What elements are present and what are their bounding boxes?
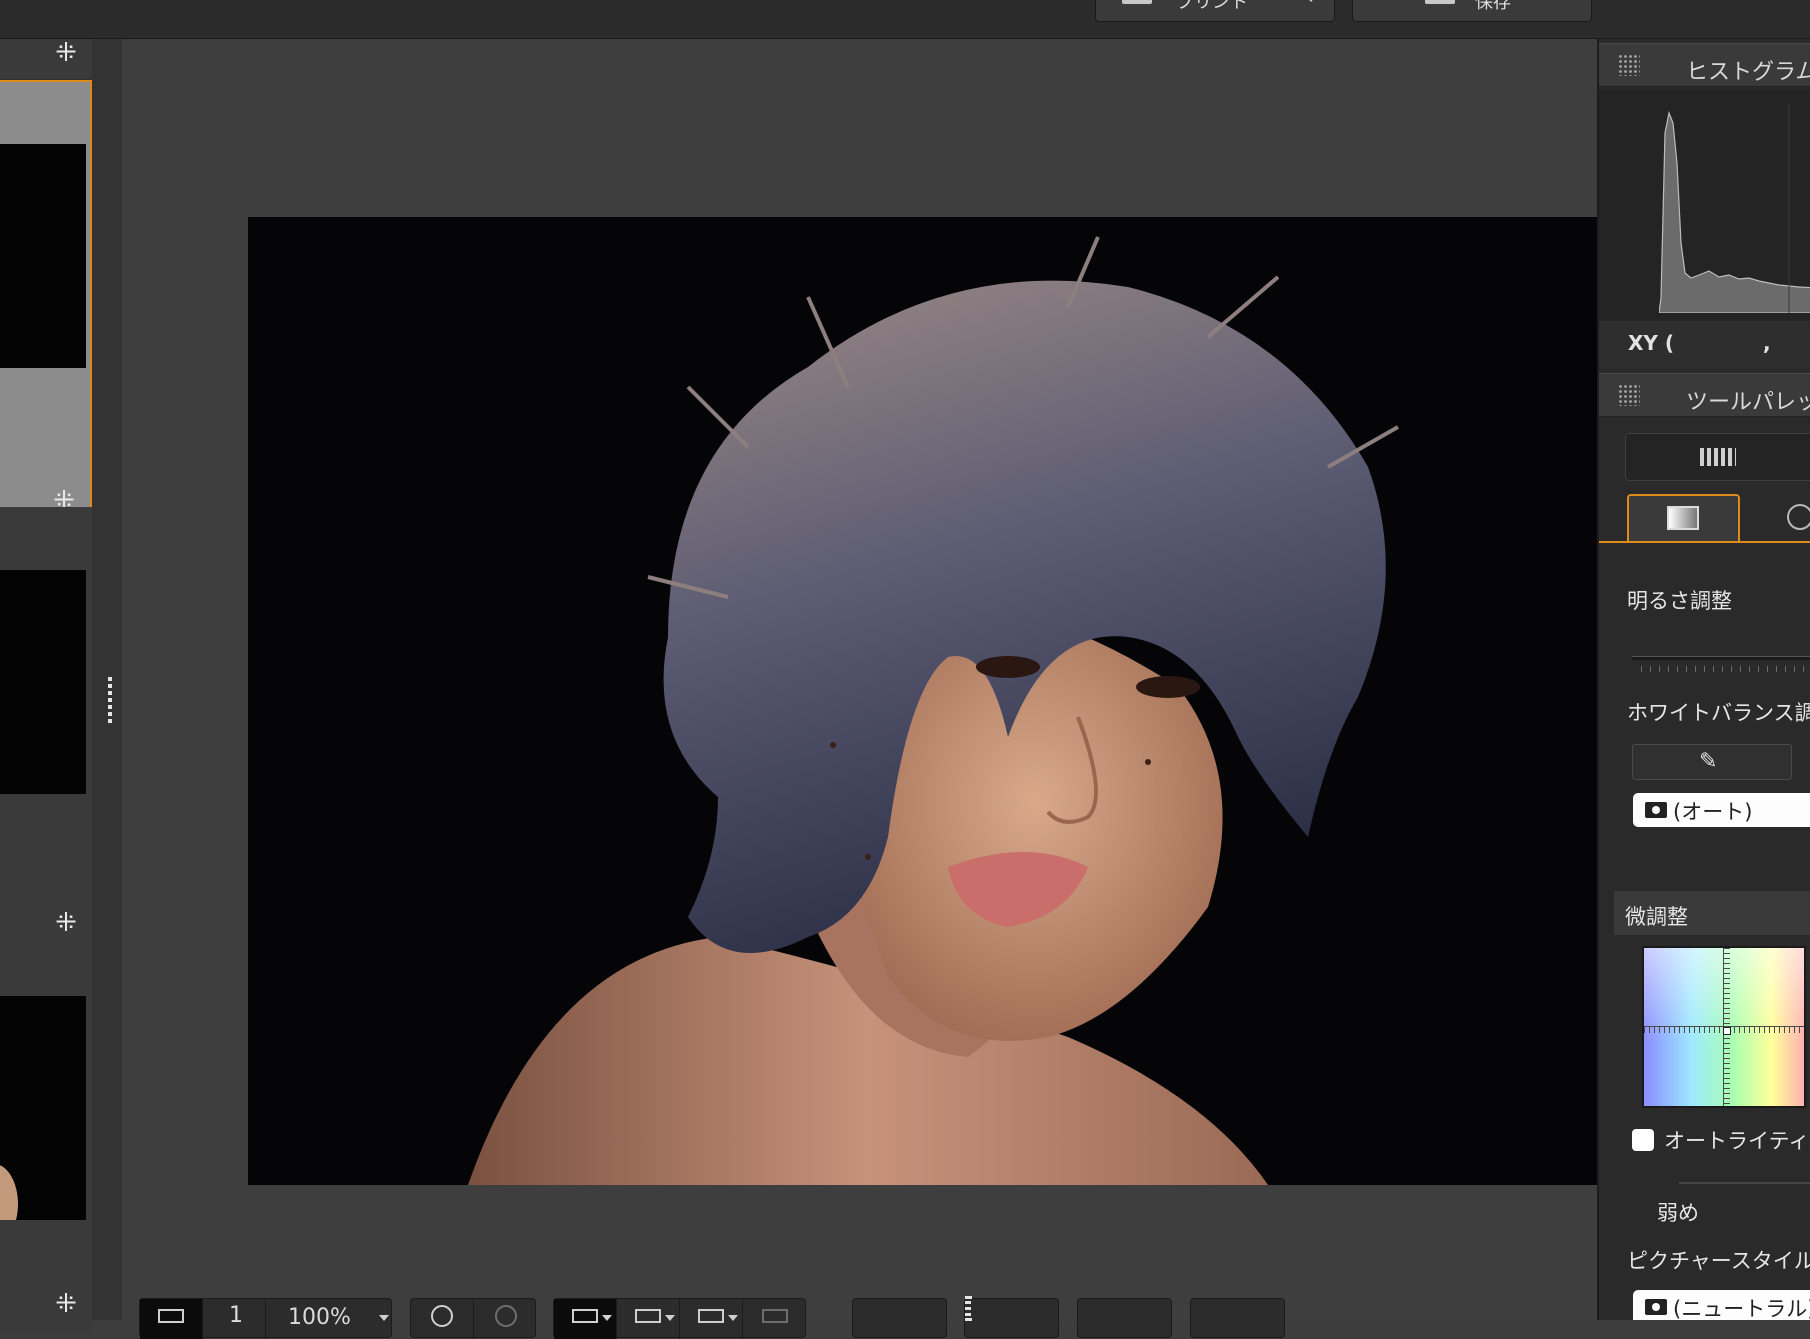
chevron-down-icon — [379, 1315, 389, 1321]
drag-grip-icon[interactable] — [1618, 54, 1640, 76]
rotate-right-button[interactable] — [474, 1299, 537, 1339]
view-single-button[interactable] — [554, 1299, 617, 1339]
color-grid-cursor[interactable] — [1723, 1027, 1731, 1035]
thumbnail-partial[interactable]: ⁜ — [0, 39, 92, 79]
grid-button[interactable] — [852, 1298, 947, 1338]
rotate-left-icon — [431, 1305, 453, 1327]
af-points-icon — [965, 1296, 971, 1321]
brightness-slider-ticks — [1641, 666, 1810, 672]
picture-style-select[interactable]: (ニュートラル) — [1633, 1290, 1810, 1320]
auto-lighting-label: オートライティング — [1664, 1129, 1810, 1153]
view-mode-group — [553, 1298, 807, 1339]
rotate-group — [410, 1298, 537, 1339]
split-view-button[interactable] — [743, 1299, 807, 1339]
camera-icon — [1645, 1299, 1667, 1315]
white-balance-label: ホワイトバランス調整 — [1627, 701, 1810, 725]
picture-style-value: (ニュートラル) — [1673, 1297, 1810, 1320]
chevron-down-icon — [602, 1315, 612, 1321]
histogram — [1599, 89, 1810, 355]
eyedropper-icon: ✎ — [1699, 749, 1718, 774]
xy-comma: , — [1763, 331, 1771, 355]
image-view-icon — [572, 1309, 598, 1323]
save-icon — [1425, 0, 1455, 4]
chevron-down-icon — [1306, 0, 1316, 2]
brightness-slider[interactable] — [1632, 656, 1810, 660]
highlight-warning-button[interactable] — [1077, 1298, 1172, 1338]
view-one-button[interactable] — [617, 1299, 680, 1339]
tool-mode-button[interactable] — [1625, 433, 1810, 481]
one-to-one-icon: 1 — [229, 1303, 243, 1328]
xy-label: XY ( — [1628, 331, 1675, 355]
compare-button[interactable] — [680, 1299, 743, 1339]
single-frame-icon — [635, 1309, 661, 1323]
compare-icon — [698, 1309, 724, 1323]
histogram-title: ヒストグラム — [1686, 60, 1810, 85]
zoom-value: 100% — [288, 1305, 351, 1330]
af-points-button[interactable] — [964, 1296, 1059, 1338]
white-balance-value: (オート) — [1673, 800, 1753, 824]
rotate-left-button[interactable] — [411, 1299, 474, 1339]
advanced-icon — [1787, 504, 1810, 530]
split-view-icon — [762, 1309, 788, 1323]
save-button[interactable]: 保存 — [1352, 0, 1592, 22]
brightness-label: 明るさ調整 — [1627, 589, 1732, 613]
camera-icon — [1645, 802, 1667, 818]
xy-readout: XY ( , — [1599, 321, 1810, 367]
auto-lighting-slider[interactable] — [1679, 1182, 1810, 1184]
snowflake-icon: ⁜ — [55, 908, 77, 938]
image-viewer[interactable] — [122, 39, 1701, 1320]
right-panel: ヒストグラム XY ( , ツールパレット 明るさ調整 ホワイトバランス調整 ✎… — [1597, 39, 1810, 1320]
snowflake-icon: ⁜ — [55, 1289, 77, 1319]
rotate-right-icon — [494, 1305, 517, 1327]
picture-style-label: ピクチャースタイル — [1627, 1249, 1810, 1273]
thumbnail-image — [0, 996, 86, 1243]
tab-advanced[interactable] — [1749, 494, 1810, 542]
chevron-down-icon — [665, 1315, 675, 1321]
zoom-group: 1 100% — [139, 1298, 393, 1339]
snowflake-icon: ⁜ — [55, 38, 77, 68]
printer-icon — [1122, 0, 1152, 4]
bottom-toolbar: 1 100% — [122, 1296, 1597, 1339]
thumbnail-image — [0, 570, 86, 794]
wb-eyedropper-button[interactable]: ✎ — [1632, 744, 1792, 780]
fine-tune-header: 微調整 — [1614, 891, 1810, 935]
tool-palette-header[interactable]: ツールパレット — [1599, 373, 1810, 417]
save-label: 保存 — [1475, 0, 1511, 13]
zoom-select[interactable]: 100% — [266, 1299, 393, 1339]
thumbnail[interactable]: ⁜ — [0, 934, 92, 1334]
tab-basic-adjust[interactable] — [1627, 494, 1740, 542]
preview-photo — [248, 217, 1701, 1185]
fine-tune-label: 微調整 — [1625, 905, 1688, 929]
adjust-tools-icon — [1700, 448, 1736, 466]
panel-resize-handle[interactable] — [92, 39, 122, 1320]
info-button[interactable] — [1190, 1298, 1285, 1338]
fit-to-screen-button[interactable] — [140, 1299, 203, 1339]
basic-adjust-icon — [1667, 506, 1699, 530]
thumbnail-image — [0, 144, 86, 368]
print-label: プリント — [1176, 0, 1248, 13]
thumbnail-selected[interactable]: ⁜ — [0, 80, 92, 537]
drag-grip-icon[interactable] — [1618, 384, 1640, 406]
tool-palette-title: ツールパレット — [1686, 390, 1810, 415]
weak-label: 弱め — [1657, 1201, 1699, 1225]
white-balance-select[interactable]: (オート) — [1633, 793, 1810, 827]
top-toolbar: プリント 保存 — [0, 0, 1810, 39]
fit-screen-icon — [158, 1309, 184, 1323]
actual-size-button[interactable]: 1 — [203, 1299, 266, 1339]
auto-lighting-checkbox[interactable] — [1632, 1129, 1654, 1151]
print-button[interactable]: プリント — [1095, 0, 1335, 22]
thumbnail[interactable]: ⁜ — [0, 507, 92, 969]
white-balance-color-grid[interactable] — [1642, 946, 1806, 1108]
histogram-header[interactable]: ヒストグラム — [1599, 43, 1810, 87]
chevron-down-icon — [728, 1315, 738, 1321]
filmstrip: ⁜ ⁜ ⁜ ⁜ — [0, 39, 92, 1334]
